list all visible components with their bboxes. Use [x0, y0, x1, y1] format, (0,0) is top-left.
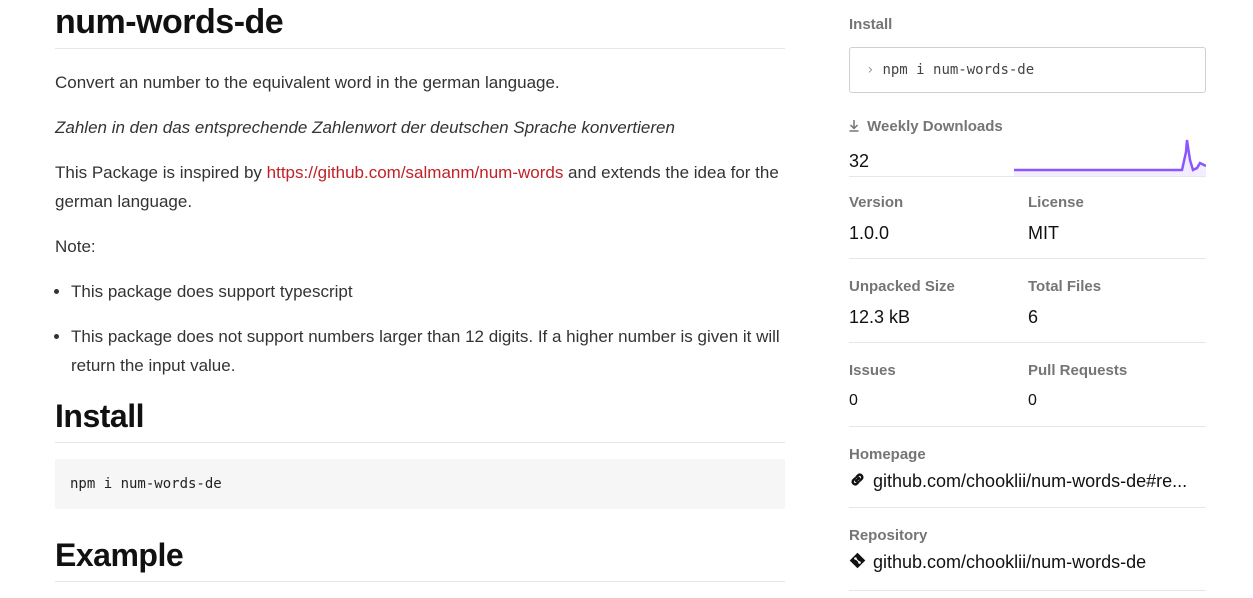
weekly-downloads-label: Weekly Downloads: [849, 118, 1003, 136]
repository-url: github.com/chooklii/num-words-de: [873, 552, 1147, 572]
unpacked-size-label: Unpacked Size: [849, 278, 955, 295]
readme-note: Note:: [55, 237, 96, 256]
divider: [849, 426, 1206, 427]
version-stat: Version 1.0.0: [849, 194, 1019, 244]
divider: [849, 258, 1206, 259]
weekly-downloads-text: Weekly Downloads: [867, 118, 1003, 135]
install-heading: Install: [55, 396, 785, 443]
git-icon: [849, 552, 867, 574]
readme-intro-german: Zahlen in den das entsprechende Zahlenwo…: [55, 118, 675, 137]
divider: [849, 507, 1206, 508]
readme-intro: Convert an number to the equivalent word…: [55, 73, 560, 92]
divider: [849, 590, 1206, 591]
repository-link[interactable]: github.com/chooklii/num-words-de: [849, 551, 1146, 574]
install-command-box[interactable]: › npm i num-words-de: [849, 47, 1206, 93]
example-heading: Example: [55, 535, 785, 582]
license-value: MIT: [1028, 223, 1059, 243]
homepage-link[interactable]: github.com/chooklii/num-words-de#re...: [849, 470, 1187, 493]
list-item: This package does support typescript: [71, 277, 785, 306]
pull-requests-value: 0: [1028, 392, 1037, 409]
version-label: Version: [849, 194, 904, 211]
version-value: 1.0.0: [849, 223, 890, 243]
unpacked-size-value: 12.3 kB: [849, 307, 911, 327]
readme-inspired: This Package is inspired by https://gith…: [55, 158, 785, 216]
issues-value: 0: [849, 392, 858, 409]
install-label: Install: [849, 16, 893, 33]
readme: num-words-de Convert an number to the eq…: [55, 0, 785, 582]
inspired-prefix: This Package is inspired by: [55, 163, 267, 182]
install-code-block: npm i num-words-de: [55, 459, 785, 509]
install-command: npm i num-words-de: [882, 62, 1035, 78]
package-title: num-words-de: [55, 0, 785, 49]
homepage-label: Homepage: [849, 446, 926, 463]
issues-stat[interactable]: Issues 0: [849, 362, 1019, 412]
issues-label: Issues: [849, 362, 896, 379]
list-item: This package does not support numbers la…: [71, 322, 785, 380]
total-files-stat: Total Files 6: [1028, 278, 1198, 328]
homepage-url: github.com/chooklii/num-words-de#re...: [873, 471, 1188, 491]
license-label: License: [1028, 194, 1084, 211]
download-icon: [849, 118, 863, 135]
pull-requests-stat[interactable]: Pull Requests 0: [1028, 362, 1198, 412]
downloads-sparkline: [1014, 139, 1206, 177]
notes-list: This package does support typescript Thi…: [55, 277, 785, 380]
total-files-value: 6: [1028, 307, 1039, 327]
divider: [849, 342, 1206, 343]
repository-label: Repository: [849, 527, 928, 544]
total-files-label: Total Files: [1028, 278, 1102, 295]
weekly-downloads-count: 32: [849, 151, 870, 171]
pull-requests-label: Pull Requests: [1028, 362, 1128, 379]
unpacked-size-stat: Unpacked Size 12.3 kB: [849, 278, 1019, 328]
prompt-chevron-icon: ›: [866, 62, 875, 78]
license-stat: License MIT: [1028, 194, 1198, 244]
link-icon: [849, 471, 867, 493]
num-words-link[interactable]: https://github.com/salmanm/num-words: [267, 163, 564, 182]
divider: [849, 176, 1206, 177]
